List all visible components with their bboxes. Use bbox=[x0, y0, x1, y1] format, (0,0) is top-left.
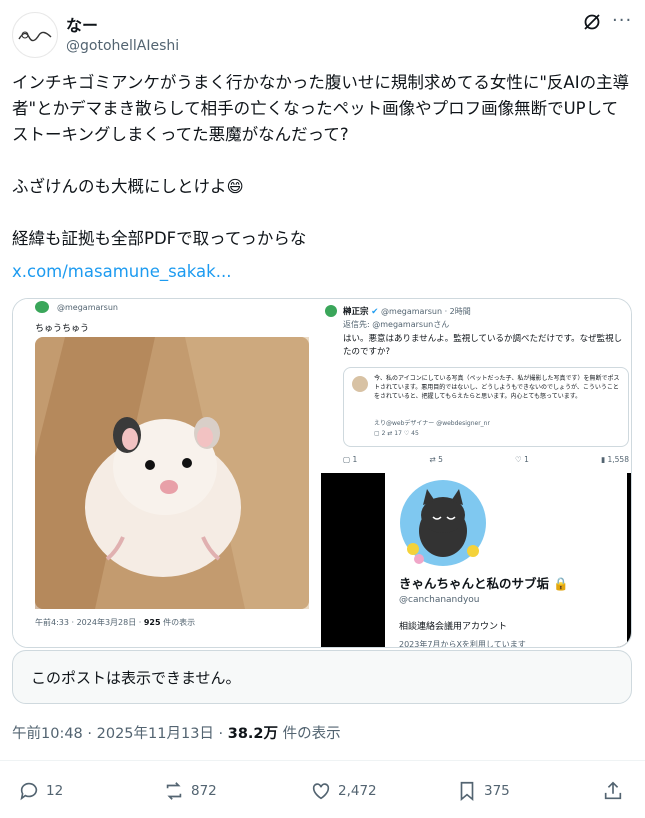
heart-icon bbox=[312, 783, 330, 800]
left-card-footer-views: 925 bbox=[143, 618, 161, 627]
left-card-handle: @megamarsun bbox=[57, 303, 118, 312]
reply-count: 12 bbox=[46, 783, 64, 799]
bookmark-button[interactable]: 375 bbox=[456, 778, 510, 804]
left-card-caption: ちゅうちゅう bbox=[35, 324, 90, 334]
quoted-post-unavailable: このポストは表示できません。 bbox=[12, 650, 632, 704]
profile-panel: きゃんちゃんと私のサブ垢 🔒 @canchanandyou 相談連絡会議用アカウ… bbox=[385, 473, 627, 647]
repost-button[interactable]: 872 bbox=[163, 778, 217, 804]
post-views: 38.2万 bbox=[227, 726, 279, 742]
lock-icon: 🔒 bbox=[553, 576, 569, 591]
avatar-sketch-icon bbox=[18, 31, 52, 42]
media-grid[interactable]: @megamarsun ちゅうちゅう 午前4:33 · 2024年3月28日 ·… bbox=[12, 298, 632, 648]
view-count: ▮ 1,558 bbox=[600, 455, 629, 464]
hamster-photo bbox=[35, 337, 309, 609]
reply-author-name: 榊正宗 bbox=[343, 307, 369, 317]
bookmark-count: 375 bbox=[484, 783, 510, 799]
avatar-green-icon bbox=[35, 301, 49, 313]
profile-handle: @canchanandyou bbox=[399, 595, 480, 605]
reply-count: ▢ 1 bbox=[343, 455, 358, 464]
author-handle[interactable]: @gotohellAIeshi bbox=[66, 38, 179, 54]
profile-bio: 相談連絡会議用アカウント bbox=[399, 622, 508, 632]
like-button[interactable]: 2,472 bbox=[310, 778, 377, 804]
avatar[interactable] bbox=[12, 12, 58, 58]
more-options-icon[interactable]: ··· bbox=[612, 10, 632, 31]
reply-quote-card: 今、私のアイコンにしている写真（ペットだった子、私が撮影した写真です）を無断でポ… bbox=[343, 367, 629, 447]
post-link[interactable]: x.com/masamune_sakak... bbox=[12, 262, 231, 281]
quote-author: えり@webデザイナー @webdesigner_nr bbox=[374, 420, 490, 427]
left-card-footer-time: 午前4:33 · 2024年3月28日 · bbox=[35, 618, 142, 627]
share-button[interactable] bbox=[602, 778, 630, 804]
post-views-label: 件の表示 bbox=[282, 726, 341, 742]
reply-to: 返信先: @megamarsunさん bbox=[343, 320, 450, 329]
quote-avatar bbox=[352, 376, 368, 392]
share-icon bbox=[604, 781, 622, 800]
repost-count: ⇄ 5 bbox=[429, 455, 443, 464]
quote-text: 今、私のアイコンにしている写真（ペットだった子、私が撮影した写真です）を無断でポ… bbox=[374, 375, 620, 400]
post-meta: 午前10:48 · 2025年11月13日 · 38.2万 件の表示 bbox=[12, 722, 341, 743]
repost-count: 872 bbox=[191, 783, 217, 799]
verified-badge-icon: ✔ bbox=[371, 307, 379, 317]
post-text: インチキゴミアンケがうまく行かなかった腹いせに規制求めてる女性に"反AIの主導者… bbox=[12, 73, 630, 248]
author-name[interactable]: なー bbox=[66, 12, 98, 36]
profile-avatar-cat bbox=[400, 480, 486, 566]
quoted-post-text: このポストは表示できません。 bbox=[31, 669, 241, 687]
media-image-profile[interactable]: きゃんちゃんと私のサブ垢 🔒 @canchanandyou 相談連絡会議用アカウ… bbox=[321, 473, 631, 647]
repost-icon bbox=[166, 782, 182, 800]
like-count: ♡ 1 bbox=[514, 455, 529, 464]
avatar-green-icon bbox=[325, 305, 337, 317]
reply-text: はい。悪意はありませんよ。監視しているか調べただけです。なぜ監視したのですか? bbox=[343, 334, 623, 357]
reply-author-handle: @megamarsun · 2時間 bbox=[381, 307, 471, 316]
reply-action-counts: ▢ 1 ⇄ 5 ♡ 1 ▮ 1,558 bbox=[343, 455, 629, 464]
quote-action-counts: ▢ 2 ⇄ 17 ♡ 45 bbox=[374, 430, 419, 437]
left-card-footer: 午前4:33 · 2024年3月28日 · 925 件の表示 bbox=[35, 617, 195, 628]
profile-extra: 2023年7月からXを利用しています bbox=[399, 640, 526, 648]
divider bbox=[0, 760, 645, 761]
like-count: 2,472 bbox=[338, 783, 377, 799]
reply-button[interactable]: 12 bbox=[18, 778, 63, 804]
bookmark-icon bbox=[460, 781, 474, 802]
media-image-hamster[interactable]: @megamarsun ちゅうちゅう 午前4:33 · 2024年3月28日 ·… bbox=[13, 299, 321, 647]
reply-icon bbox=[20, 782, 38, 801]
grok-icon[interactable] bbox=[582, 12, 602, 32]
left-card-footer-views-label: 件の表示 bbox=[163, 618, 196, 627]
media-image-reply[interactable]: 榊正宗 ✔ @megamarsun · 2時間 返信先: @megamarsun… bbox=[321, 299, 631, 471]
profile-name: きゃんちゃんと私のサブ垢 bbox=[399, 576, 550, 591]
post-timestamp[interactable]: 午前10:48 · 2025年11月13日 · bbox=[12, 726, 223, 742]
